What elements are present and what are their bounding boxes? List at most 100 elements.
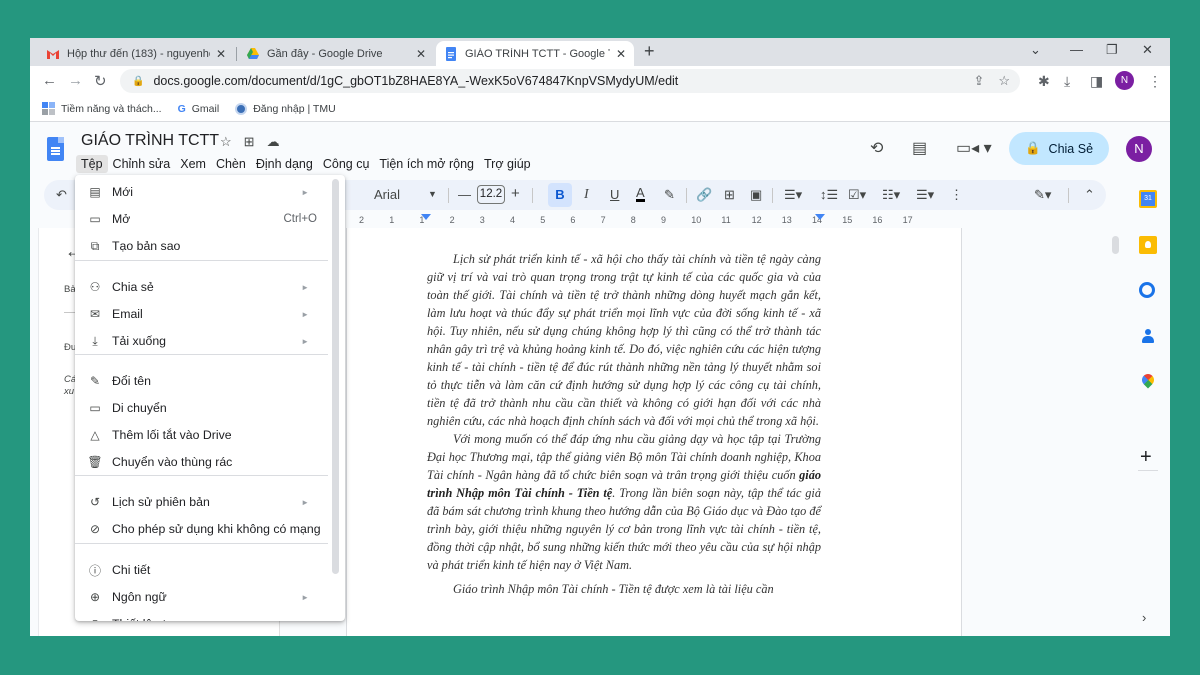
expand-panel-icon[interactable]: › xyxy=(1142,610,1146,625)
close-tab-icon[interactable]: ✕ xyxy=(616,47,626,61)
underline-button[interactable]: U xyxy=(610,187,619,202)
lock-icon: 🔒 xyxy=(132,75,145,87)
account-avatar[interactable]: N xyxy=(1126,136,1152,162)
menu-item-globe[interactable]: ⊕ Ngôn ngữ ► xyxy=(75,584,333,610)
download-icon[interactable]: ⤓ xyxy=(1064,73,1070,90)
info-icon: ⓘ xyxy=(88,563,101,578)
menu-format[interactable]: Định dạng xyxy=(251,155,318,173)
docs-logo-icon[interactable] xyxy=(47,137,64,161)
meet-icon[interactable]: ▭◂ ▾ xyxy=(956,138,992,158)
tab-search-icon[interactable]: ⌄ xyxy=(1030,42,1041,58)
ruler-label: 8 xyxy=(630,215,636,225)
menu-item-trash[interactable]: 🗑 Chuyển vào thùng rác xyxy=(75,449,333,475)
add-addon-icon[interactable]: + xyxy=(1140,446,1152,469)
left-indent-marker[interactable] xyxy=(421,214,431,220)
address-bar[interactable]: 🔒 docs.google.com/document/d/1gC_gbOT1bZ… xyxy=(120,69,1020,93)
document-body[interactable]: Lịch sử phát triển kinh tế - xã hội cho … xyxy=(427,250,821,598)
document-scrollbar[interactable] xyxy=(1112,236,1119,254)
close-tab-icon[interactable]: ✕ xyxy=(216,47,226,61)
bookmarks-bar: Tiềm năng và thách... G Gmail Đăng nhập … xyxy=(30,96,1170,122)
font-dropdown-icon[interactable]: ▼ xyxy=(428,189,437,199)
menu-item-download[interactable]: ⤓ Tải xuống ► xyxy=(75,328,333,354)
tab-docs[interactable]: GIÁO TRÌNH TCTT - Google Tài liệu ✕ xyxy=(436,41,634,66)
numbered-list-icon[interactable]: ☰▾ xyxy=(916,187,934,203)
close-window-icon[interactable]: ✕ xyxy=(1142,42,1153,58)
menu-item-mail[interactable]: ✉ Email ► xyxy=(75,301,333,327)
menu-file[interactable]: Tệp xyxy=(76,155,108,173)
collapse-toolbar-icon[interactable]: ⌃ xyxy=(1084,187,1095,203)
font-select[interactable]: Arial xyxy=(374,187,400,202)
share-button[interactable]: 🔒 Chia Sẻ xyxy=(1009,132,1109,165)
keep-icon[interactable] xyxy=(1139,236,1157,254)
bookmark-star-icon[interactable]: ☆ xyxy=(998,73,1010,89)
star-icon[interactable]: ☆ xyxy=(220,134,232,150)
tab-strip: Hộp thư đến (183) - nguyenhoai ✕ Gần đây… xyxy=(30,38,1170,66)
new-tab-button[interactable]: + xyxy=(644,41,655,62)
align-icon[interactable]: ☰▾ xyxy=(784,187,802,203)
editing-mode-icon[interactable]: ✎▾ xyxy=(1034,187,1051,203)
undo-icon[interactable]: ↶ xyxy=(56,187,67,203)
menu-item-rename[interactable]: ✎ Đổi tên xyxy=(75,368,333,394)
maps-icon[interactable] xyxy=(1139,374,1157,392)
bulleted-list-icon[interactable]: ☷▾ xyxy=(882,187,900,203)
add-comment-icon[interactable]: ⊞ xyxy=(724,187,735,203)
menu-item-drive-shortcut[interactable]: △ Thêm lối tắt vào Drive xyxy=(75,422,333,448)
version-history-icon[interactable]: ⟲ xyxy=(870,138,883,158)
menu-item-info[interactable]: ⓘ Chi tiết xyxy=(75,557,333,583)
forward-icon[interactable]: → xyxy=(68,72,83,89)
document-page[interactable]: Lịch sử phát triển kinh tế - xã hội cho … xyxy=(346,228,962,636)
bookmark-item[interactable]: G Gmail xyxy=(178,103,220,115)
more-menu-icon[interactable]: ⋮ xyxy=(1148,73,1162,90)
menu-item-move-folder[interactable]: ▭ Di chuyển xyxy=(75,395,333,421)
menu-item-offline[interactable]: ⊘ Cho phép sử dụng khi không có mạng xyxy=(75,516,333,542)
menu-item-page-setup[interactable]: ▯ Thiết lập trang xyxy=(75,611,333,621)
menu-extensions[interactable]: Tiện ích mở rộng xyxy=(374,155,479,173)
menu-item-copy[interactable]: ⧉ Tạo bản sao xyxy=(75,233,333,259)
ruler[interactable]: 2 1 1 2 3 4 5 6 7 8 9 10 11 12 13 14 15 16 17 xyxy=(346,212,962,228)
share-page-icon[interactable]: ⇪ xyxy=(973,73,984,89)
tasks-icon[interactable] xyxy=(1139,282,1155,298)
back-icon[interactable]: ← xyxy=(42,72,57,89)
italic-button[interactable]: I xyxy=(584,187,589,203)
line-spacing-icon[interactable]: ↕☰ xyxy=(820,187,838,203)
bold-button[interactable]: B xyxy=(548,183,572,207)
tab-gmail[interactable]: Hộp thư đến (183) - nguyenhoai ✕ xyxy=(38,41,234,66)
menu-edit[interactable]: Chỉnh sửa xyxy=(108,155,176,173)
menu-view[interactable]: Xem xyxy=(175,155,211,173)
menu-item-history[interactable]: ↺ Lịch sử phiên bản ► xyxy=(75,489,333,515)
more-options-icon[interactable]: ⋮ xyxy=(950,187,963,203)
menu-insert[interactable]: Chèn xyxy=(211,155,251,173)
menu-item-folder[interactable]: ▭ Mở Ctrl+O xyxy=(75,206,333,232)
link-icon[interactable]: 🔗 xyxy=(696,187,712,203)
tab-drive[interactable]: Gần đây - Google Drive ✕ xyxy=(238,41,434,66)
reload-icon[interactable]: ↻ xyxy=(94,72,107,90)
comments-icon[interactable]: ▤ xyxy=(912,138,927,158)
contacts-icon[interactable] xyxy=(1139,328,1157,346)
font-size-input[interactable]: 12.2 xyxy=(477,185,505,204)
menu-item-new-doc[interactable]: ▤ Mới ► xyxy=(75,179,333,205)
close-tab-icon[interactable]: ✕ xyxy=(416,47,426,61)
side-panel-icon[interactable]: ◨ xyxy=(1090,73,1103,90)
highlight-icon[interactable]: ✎ xyxy=(664,187,675,203)
calendar-icon[interactable]: 31 xyxy=(1139,190,1157,208)
right-indent-marker[interactable] xyxy=(815,214,825,220)
maximize-icon[interactable]: ❐ xyxy=(1106,42,1118,58)
menu-scrollbar[interactable] xyxy=(332,179,339,574)
extensions-icon[interactable]: ✱ xyxy=(1038,73,1050,90)
document-title[interactable]: GIÁO TRÌNH TCTT xyxy=(81,132,219,150)
increase-font-size-button[interactable]: + xyxy=(511,185,520,202)
decrease-font-size-button[interactable]: — xyxy=(458,187,471,202)
bookmark-item[interactable]: Tiềm năng và thách... xyxy=(42,102,162,115)
menu-help[interactable]: Trợ giúp xyxy=(479,155,536,173)
menu-tools[interactable]: Công cụ xyxy=(318,155,375,173)
profile-avatar[interactable]: N xyxy=(1115,71,1134,90)
insert-image-icon[interactable]: ▣ xyxy=(750,187,762,203)
menu-item-person-add[interactable]: ⚇ Chia sẻ ► xyxy=(75,274,333,300)
minimize-icon[interactable]: — xyxy=(1070,42,1083,57)
checklist-icon[interactable]: ☑▾ xyxy=(848,187,866,203)
ruler-label: 11 xyxy=(721,215,731,225)
text-color-button[interactable]: A xyxy=(636,186,645,202)
bookmark-item[interactable]: Đăng nhập | TMU xyxy=(235,102,336,115)
cloud-status-icon[interactable]: ☁ xyxy=(267,134,280,150)
move-folder-icon[interactable]: ⊞ xyxy=(244,134,255,150)
